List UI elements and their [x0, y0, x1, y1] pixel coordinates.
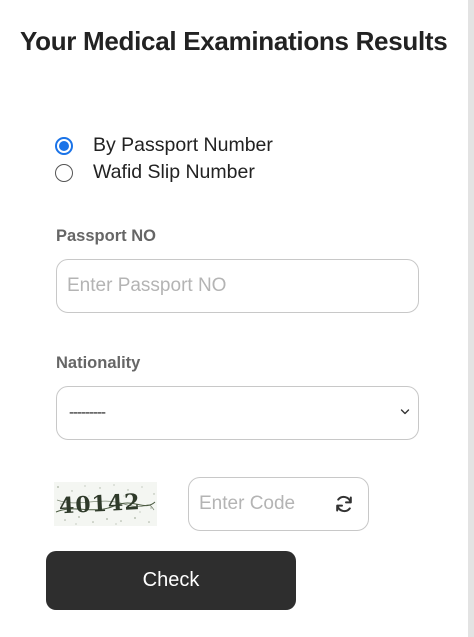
refresh-icon[interactable]: [334, 494, 354, 514]
captcha-code-input[interactable]: [189, 478, 324, 530]
page-title: Your Medical Examinations Results: [20, 26, 448, 56]
passport-input[interactable]: [57, 260, 418, 312]
captcha-image: 40142: [54, 482, 157, 526]
passport-field-wrapper: [56, 259, 419, 313]
nationality-select[interactable]: ---------: [56, 386, 419, 440]
nationality-label: Nationality: [56, 354, 141, 372]
radio-label-wafid-slip: Wafid Slip Number: [93, 161, 255, 183]
nationality-selected-value: ---------: [69, 404, 106, 421]
radio-by-passport[interactable]: By Passport Number: [55, 134, 273, 157]
page: Your Medical Examinations Results By Pas…: [0, 0, 474, 637]
check-button[interactable]: Check: [46, 551, 296, 610]
captcha-field-wrapper: [188, 477, 369, 531]
radio-wafid-slip[interactable]: Wafid Slip Number: [55, 161, 255, 184]
scrollbar[interactable]: [468, 0, 474, 637]
radio-label-by-passport: By Passport Number: [93, 134, 273, 156]
captcha-text: 40142: [58, 489, 141, 519]
passport-label: Passport NO: [56, 227, 156, 245]
chevron-down-icon: [400, 409, 410, 415]
radio-button-checked[interactable]: [55, 136, 73, 155]
radio-button-unchecked[interactable]: [55, 163, 73, 182]
